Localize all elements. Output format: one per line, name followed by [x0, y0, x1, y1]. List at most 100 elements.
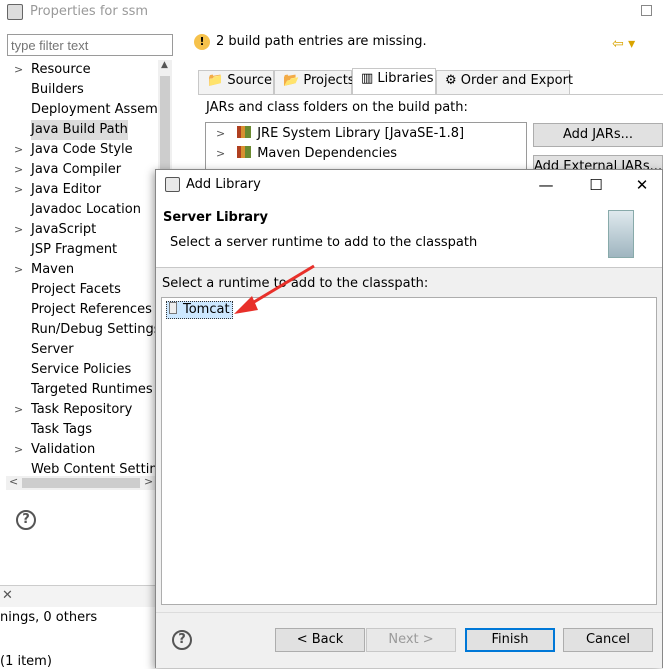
- hscroll-thumb[interactable]: [22, 478, 140, 488]
- dialog-heading: Server Library: [163, 210, 268, 225]
- finish-button[interactable]: Finish: [465, 628, 555, 652]
- tree-item[interactable]: > Validation: [0, 440, 160, 460]
- tree-item[interactable]: > JavaScript: [0, 220, 160, 240]
- tree-item-label: Task Repository: [31, 402, 133, 417]
- expand-icon[interactable]: >: [14, 180, 23, 200]
- tab-order-export[interactable]: ⚙ Order and Export: [436, 70, 573, 94]
- tab-projects[interactable]: 📂 Projects: [274, 70, 355, 94]
- jar-label: JRE System Library [JavaSE-1.8]: [257, 126, 465, 141]
- tree-item[interactable]: > Java Code Style: [0, 140, 160, 160]
- problems-count: (1 item): [0, 654, 52, 669]
- dialog-footer: ? < Back Next > Finish Cancel: [156, 612, 662, 668]
- close-icon[interactable]: ✕: [2, 588, 13, 603]
- expand-icon[interactable]: >: [14, 440, 23, 460]
- maximize-icon[interactable]: ☐: [586, 175, 606, 195]
- tree-item-label: Web Content Settings: [31, 462, 172, 476]
- tree-horizontal-scrollbar[interactable]: < >: [6, 475, 156, 490]
- tab-libraries-label: Libraries: [377, 71, 434, 86]
- expand-icon[interactable]: >: [14, 140, 23, 160]
- expand-icon[interactable]: >: [14, 400, 23, 420]
- tree-item-label: Javadoc Location: [31, 202, 141, 217]
- library-icon: [237, 146, 252, 158]
- scroll-right-icon[interactable]: >: [144, 475, 153, 488]
- tree-item[interactable]: > Resource: [0, 60, 160, 80]
- next-button[interactable]: Next >: [366, 628, 456, 652]
- tree-item[interactable]: Targeted Runtimes: [0, 380, 160, 400]
- dialog-title: Add Library: [186, 177, 261, 192]
- close-icon[interactable]: ✕: [632, 175, 652, 195]
- tree-item-label: JavaScript: [31, 222, 97, 237]
- scroll-left-icon[interactable]: <: [9, 475, 18, 488]
- tree-item[interactable]: Service Policies: [0, 360, 160, 380]
- cancel-button[interactable]: Cancel: [563, 628, 653, 652]
- tree-item[interactable]: Run/Debug Settings: [0, 320, 161, 340]
- back-button[interactable]: < Back: [275, 628, 365, 652]
- tree-item-label: Deployment Assembly: [31, 102, 172, 117]
- tab-source[interactable]: 📁 Source: [198, 70, 274, 94]
- jar-item-jre[interactable]: > JRE System Library [JavaSE-1.8]: [216, 124, 464, 144]
- back-nav-icon[interactable]: ⇦ ▾: [612, 36, 635, 52]
- tab-libraries[interactable]: ▥ Libraries: [352, 68, 436, 94]
- tree-item-label: Run/Debug Settings: [31, 322, 161, 337]
- properties-tree: > Resource Builders Deployment Assembly Java…: [0, 60, 172, 476]
- add-jars-button[interactable]: Add JARs...: [533, 123, 663, 147]
- tree-item-label: JSP Fragment: [31, 242, 118, 257]
- tree-item-label: Maven: [31, 262, 75, 277]
- tree-item-label: Task Tags: [31, 422, 92, 437]
- tree-item-label: Java Compiler: [31, 162, 122, 177]
- jar-list[interactable]: > JRE System Library [JavaSE-1.8] > Maven …: [205, 122, 527, 170]
- tree-item-label: Java Build Path: [31, 120, 128, 140]
- dialog-subheading: Select a server runtime to add to the cl…: [170, 235, 478, 250]
- tree-item-label: Project References: [31, 302, 152, 317]
- build-path-label: JARs and class folders on the build path…: [206, 100, 468, 115]
- tree-item-label: Builders: [31, 82, 84, 97]
- warning-text: 2 build path entries are missing.: [216, 34, 427, 49]
- library-icon: [237, 126, 252, 138]
- tree-item-label: Service Policies: [31, 362, 132, 377]
- minimize-icon[interactable]: —: [536, 175, 556, 195]
- tab-projects-label: Projects: [303, 73, 355, 88]
- tree-item[interactable]: > Java Compiler: [0, 160, 160, 180]
- tree-item-label: Validation: [31, 442, 96, 457]
- expand-icon[interactable]: >: [14, 260, 23, 280]
- tab-source-label: Source: [227, 73, 272, 88]
- tree-item[interactable]: Task Tags: [0, 420, 160, 440]
- annotation-arrow-icon: [234, 264, 315, 314]
- expand-icon[interactable]: >: [14, 160, 23, 180]
- tree-item[interactable]: Deployment Assembly: [0, 100, 172, 120]
- runtime-list[interactable]: Tomcat: [161, 297, 657, 605]
- tree-item[interactable]: Javadoc Location: [0, 200, 160, 220]
- dialog-header: Server Library Select a server runtime t…: [156, 200, 662, 268]
- expand-icon[interactable]: >: [14, 220, 23, 240]
- tree-item[interactable]: Java Build Path: [0, 120, 160, 140]
- tree-item[interactable]: > Maven: [0, 260, 160, 280]
- problems-summary-text: nings, 0 others: [0, 610, 98, 625]
- expand-icon[interactable]: >: [216, 127, 225, 140]
- tree-item[interactable]: > Java Editor: [0, 180, 160, 200]
- maximize-icon[interactable]: [641, 5, 652, 16]
- jar-label: Maven Dependencies: [257, 146, 397, 161]
- warning-banner: ! 2 build path entries are missing.: [184, 32, 654, 54]
- tree-item-label: Java Editor: [31, 182, 102, 197]
- tree-item[interactable]: > Task Repository: [0, 400, 160, 420]
- tree-item[interactable]: Web Content Settings: [0, 460, 172, 476]
- tree-item[interactable]: Project Facets: [0, 280, 160, 300]
- expand-icon[interactable]: >: [216, 147, 225, 160]
- help-icon[interactable]: ?: [16, 510, 36, 530]
- add-library-dialog: Add Library — ☐ ✕ Server Library Select …: [155, 169, 663, 668]
- expand-icon[interactable]: >: [14, 60, 23, 80]
- tree-item[interactable]: Server: [0, 340, 160, 360]
- tree-item[interactable]: JSP Fragment: [0, 240, 160, 260]
- help-icon[interactable]: ?: [172, 630, 192, 650]
- tree-item-label: Server: [31, 342, 74, 357]
- tree-item[interactable]: Builders: [0, 80, 160, 100]
- tree-item-label: Resource: [31, 62, 91, 77]
- jar-item-maven[interactable]: > Maven Dependencies: [216, 144, 397, 164]
- tree-item[interactable]: Project References: [0, 300, 160, 320]
- filter-input[interactable]: [7, 34, 173, 56]
- runtime-item-tomcat[interactable]: Tomcat: [166, 301, 233, 319]
- properties-titlebar: Properties for ssm: [0, 0, 663, 24]
- tree-item-label: Java Code Style: [31, 142, 133, 157]
- server-icon: [608, 210, 634, 258]
- scroll-up-icon[interactable]: ▲: [161, 60, 168, 70]
